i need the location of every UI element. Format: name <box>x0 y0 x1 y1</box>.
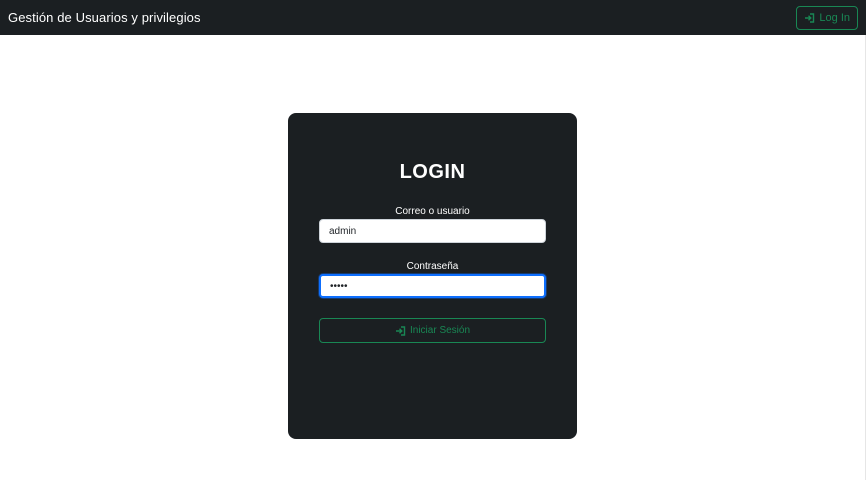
brand-title[interactable]: Gestión de Usuarios y privilegios <box>8 10 201 25</box>
sign-in-icon <box>395 325 406 336</box>
sign-in-icon <box>804 12 815 23</box>
nav-login-label: Log In <box>819 11 850 24</box>
password-input[interactable] <box>319 274 546 298</box>
username-input[interactable] <box>319 219 546 243</box>
login-title: LOGIN <box>399 161 466 183</box>
password-label: Contraseña <box>406 261 459 272</box>
login-submit-label: Iniciar Sesión <box>409 325 471 336</box>
login-card: LOGIN Correo o usuario Contraseña Inicia… <box>288 113 577 439</box>
username-label: Correo o usuario <box>395 206 470 217</box>
top-navbar: Gestión de Usuarios y privilegios Log In <box>0 0 866 35</box>
login-submit-button[interactable]: Iniciar Sesión <box>319 318 546 343</box>
nav-login-button[interactable]: Log In <box>796 5 858 30</box>
